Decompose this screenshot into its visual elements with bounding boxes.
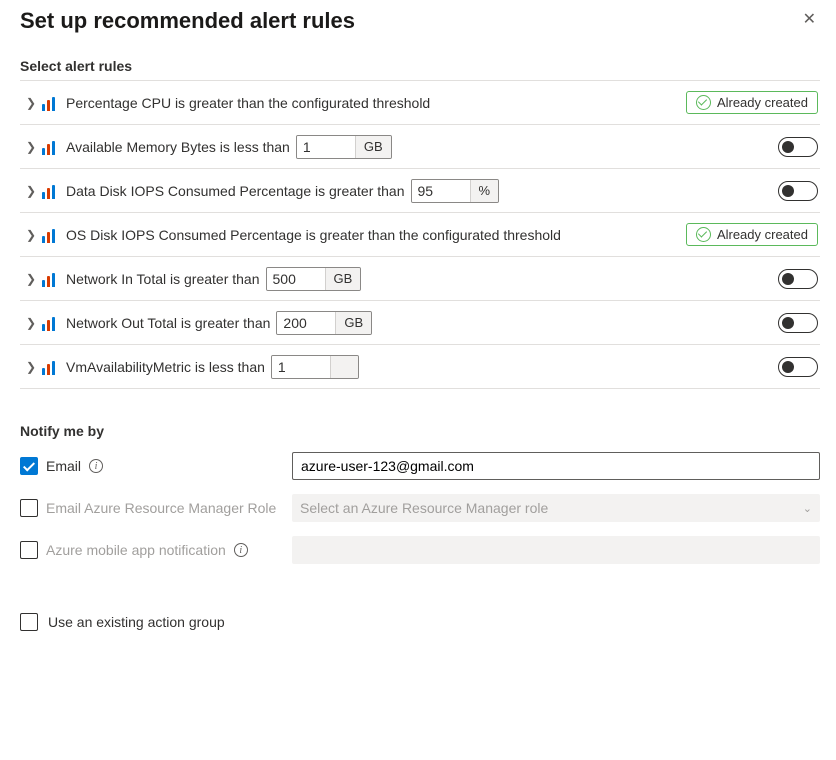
section-heading-notify: Notify me by xyxy=(20,423,820,439)
threshold-unit: GB xyxy=(325,268,361,290)
email-checkbox[interactable] xyxy=(20,457,38,475)
rule-row: ❯ OS Disk IOPS Consumed Percentage is gr… xyxy=(20,213,820,257)
metric-icon xyxy=(42,315,60,331)
chevron-right-icon[interactable]: ❯ xyxy=(22,140,40,154)
action-group-checkbox[interactable] xyxy=(20,613,38,631)
rule-row: ❯ Percentage CPU is greater than the con… xyxy=(20,81,820,125)
threshold-unit: GB xyxy=(355,136,391,158)
badge-text: Already created xyxy=(717,227,808,242)
metric-icon xyxy=(42,183,60,199)
notify-email-row: Email i xyxy=(20,451,820,481)
metric-icon xyxy=(42,271,60,287)
chevron-right-icon[interactable]: ❯ xyxy=(22,316,40,330)
threshold-value-input[interactable] xyxy=(272,356,330,378)
rule-enable-toggle[interactable] xyxy=(778,181,818,201)
threshold-input-group: GB xyxy=(296,135,392,159)
info-icon[interactable]: i xyxy=(234,543,248,557)
chevron-down-icon: ⌄ xyxy=(803,502,812,515)
notify-mobile-row: Azure mobile app notification i xyxy=(20,535,820,565)
rule-enable-toggle[interactable] xyxy=(778,357,818,377)
check-circle-icon xyxy=(696,227,711,242)
arm-role-placeholder: Select an Azure Resource Manager role xyxy=(300,500,548,516)
mobile-checkbox[interactable] xyxy=(20,541,38,559)
threshold-input-group: GB xyxy=(276,311,372,335)
panel-title: Set up recommended alert rules xyxy=(20,8,355,34)
threshold-input-group: % xyxy=(411,179,500,203)
rule-label: Network In Total is greater than xyxy=(66,271,260,287)
mobile-label: Azure mobile app notification xyxy=(46,542,226,558)
threshold-input-group: GB xyxy=(266,267,362,291)
rule-label: Available Memory Bytes is less than xyxy=(66,139,290,155)
metric-icon xyxy=(42,359,60,375)
info-icon[interactable]: i xyxy=(89,459,103,473)
rule-label: Data Disk IOPS Consumed Percentage is gr… xyxy=(66,183,405,199)
rule-label: VmAvailabilityMetric is less than xyxy=(66,359,265,375)
metric-icon xyxy=(42,227,60,243)
metric-icon xyxy=(42,95,60,111)
badge-text: Already created xyxy=(717,95,808,110)
rule-enable-toggle[interactable] xyxy=(778,313,818,333)
threshold-unit: GB xyxy=(335,312,371,334)
check-circle-icon xyxy=(696,95,711,110)
threshold-value-input[interactable] xyxy=(412,180,470,202)
close-icon[interactable]: ✕ xyxy=(799,8,820,32)
already-created-badge: Already created xyxy=(686,223,818,246)
threshold-input-group xyxy=(271,355,359,379)
rule-row: ❯ Network In Total is greater than GB xyxy=(20,257,820,301)
already-created-badge: Already created xyxy=(686,91,818,114)
action-group-label: Use an existing action group xyxy=(48,614,225,630)
chevron-right-icon[interactable]: ❯ xyxy=(22,96,40,110)
email-label: Email xyxy=(46,458,81,474)
action-group-row: Use an existing action group xyxy=(20,613,820,631)
mobile-input-disabled xyxy=(292,536,820,564)
rule-row: ❯ Network Out Total is greater than GB xyxy=(20,301,820,345)
rules-list: ❯ Percentage CPU is greater than the con… xyxy=(20,80,820,389)
arm-role-label: Email Azure Resource Manager Role xyxy=(46,500,276,516)
threshold-unit: % xyxy=(470,180,499,202)
rule-label: Percentage CPU is greater than the confi… xyxy=(66,95,430,111)
rule-label: OS Disk IOPS Consumed Percentage is grea… xyxy=(66,227,561,243)
chevron-right-icon[interactable]: ❯ xyxy=(22,184,40,198)
email-input[interactable] xyxy=(292,452,820,480)
threshold-value-input[interactable] xyxy=(267,268,325,290)
rule-row: ❯ Available Memory Bytes is less than GB xyxy=(20,125,820,169)
rule-label: Network Out Total is greater than xyxy=(66,315,270,331)
rule-row: ❯ Data Disk IOPS Consumed Percentage is … xyxy=(20,169,820,213)
rule-row: ❯ VmAvailabilityMetric is less than xyxy=(20,345,820,389)
chevron-right-icon[interactable]: ❯ xyxy=(22,360,40,374)
notify-arm-role-row: Email Azure Resource Manager Role Select… xyxy=(20,493,820,523)
rule-enable-toggle[interactable] xyxy=(778,137,818,157)
chevron-right-icon[interactable]: ❯ xyxy=(22,228,40,242)
section-heading-rules: Select alert rules xyxy=(20,58,820,74)
threshold-value-input[interactable] xyxy=(277,312,335,334)
chevron-right-icon[interactable]: ❯ xyxy=(22,272,40,286)
threshold-value-input[interactable] xyxy=(297,136,355,158)
threshold-unit xyxy=(330,356,358,378)
arm-role-checkbox[interactable] xyxy=(20,499,38,517)
arm-role-select[interactable]: Select an Azure Resource Manager role ⌄ xyxy=(292,494,820,522)
rule-enable-toggle[interactable] xyxy=(778,269,818,289)
metric-icon xyxy=(42,139,60,155)
